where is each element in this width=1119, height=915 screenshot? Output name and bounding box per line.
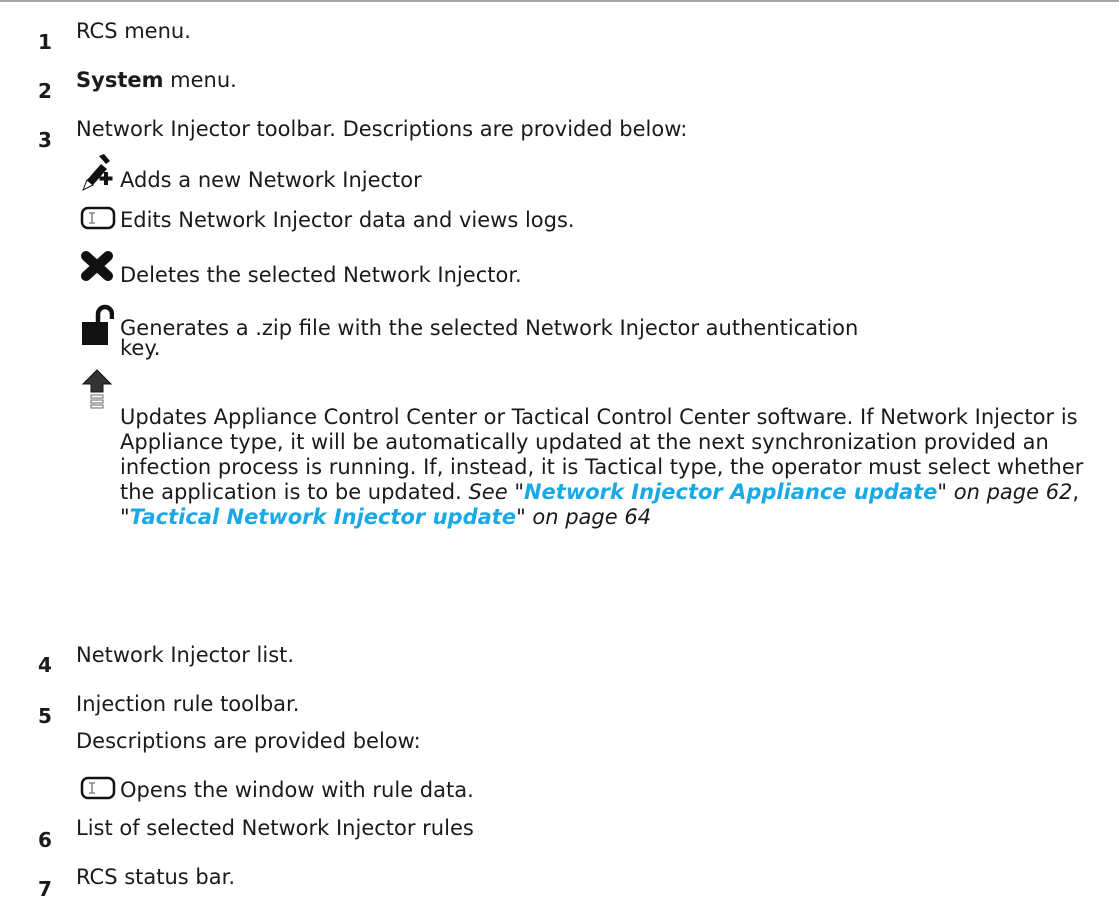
item-text-6: List of selected Network Injector rules [76,816,474,840]
item-number-6: 6 [38,828,52,852]
toolbar3-zip-line1: Generates a .zip file with the selected … [120,316,859,340]
toolbar3-zip-line2: key. [120,336,161,360]
toolbar3-zip-text: Generates a .zip file with the selected … [120,316,859,360]
link-appliance-page: " on page 62 [937,480,1073,504]
item-text-2: System menu. [76,67,237,93]
item-text-5: Injection rule toolbar. [76,692,300,716]
quote-open: " [120,505,130,529]
link-tactical-update[interactable]: Tactical Network Injector update [130,505,516,529]
toolbar3-delete-text: Deletes the selected Network Injector. [120,263,522,287]
item-number-4: 4 [38,653,52,677]
edit-icon [80,775,116,805]
item-number-2: 2 [38,79,52,103]
see-prefix: See " [468,480,524,504]
unlock-icon [80,303,115,351]
item-number-1: 1 [38,30,52,54]
add-pen-icon [80,152,114,196]
item-text-1: RCS menu. [76,19,191,43]
item-text-5-line2: Descriptions are provided below: [76,729,421,753]
item-number-5: 5 [38,704,52,728]
toolbar3-edit-text: Edits Network Injector data and views lo… [120,208,575,232]
item-text-2-bold: System [76,68,164,92]
link-appliance-update[interactable]: Network Injector Appliance update [524,480,937,504]
delete-x-icon [80,250,114,286]
item-number-7: 7 [38,877,52,901]
top-rule [0,0,1119,2]
update-arrow-icon [80,368,114,416]
item-text-7: RCS status bar. [76,865,235,889]
edit-icon [80,205,116,235]
toolbar3-update-text: Updates Appliance Control Center or Tact… [120,405,1110,530]
item-text-3: Network Injector toolbar. Descriptions a… [76,117,688,141]
link-tactical-page: " on page 64 [516,505,652,529]
item-number-3: 3 [38,128,52,152]
item-text-4: Network Injector list. [76,643,295,667]
item-text-2-rest: menu. [163,68,237,92]
toolbar3-add-text: Adds a new Network Injector [120,168,422,192]
link-separator: , [1072,480,1080,504]
toolbar5-edit-text: Opens the window with rule data. [120,778,474,802]
